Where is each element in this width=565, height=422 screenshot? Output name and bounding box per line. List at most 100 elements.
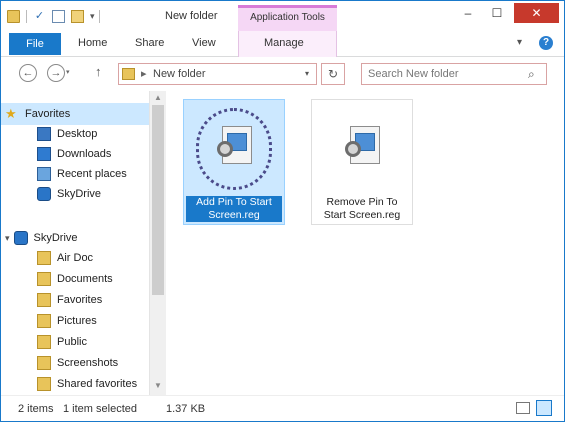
check-icon[interactable]: ✓ — [33, 10, 46, 23]
file-item[interactable]: Add Pin To Start Screen.reg — [183, 99, 285, 225]
tab-view[interactable]: View — [192, 37, 216, 49]
nav-label: Favorites — [25, 108, 71, 120]
recent-places-icon — [37, 167, 51, 181]
tab-home[interactable]: Home — [78, 37, 107, 49]
context-tab-group: Application Tools — [238, 5, 337, 31]
file-item[interactable]: Remove Pin To Start Screen.reg — [311, 99, 413, 225]
context-tab-title: Application Tools — [250, 12, 325, 23]
nav-label: Favorites — [57, 294, 103, 306]
nav-item-skydrive[interactable]: ▾ SkyDrive — [5, 229, 78, 247]
nav-item-public[interactable]: Public — [37, 333, 87, 351]
folder-icon — [37, 314, 51, 328]
folder-icon — [37, 272, 51, 286]
help-icon[interactable]: ? — [539, 36, 553, 50]
folder-icon — [7, 9, 20, 23]
file-name[interactable]: Remove Pin To Start Screen.reg — [314, 196, 410, 222]
explorer-window: ✓ ▾ New folder Application Tools – ☐ ✕ F… — [0, 0, 565, 422]
tab-file[interactable]: File — [9, 33, 61, 55]
ribbon-expand-icon[interactable]: ▾ — [517, 37, 522, 48]
search-icon[interactable]: ⌕ — [528, 67, 535, 82]
tab-share[interactable]: Share — [135, 37, 164, 49]
folder-icon — [37, 356, 51, 370]
reg-file-icon — [345, 126, 380, 164]
nav-label: Recent places — [57, 168, 127, 180]
address-row: ← → ▾ ↑ ▸ New folder ▾ ↻ Search New fold… — [1, 58, 564, 90]
nav-item-favorites[interactable]: ★ Favorites — [5, 105, 70, 123]
item-count: 2 items — [18, 403, 54, 415]
gear-icon — [345, 141, 361, 157]
nav-label: Desktop — [57, 128, 98, 140]
reg-file-thumbnail — [320, 104, 404, 194]
nav-label: Public — [57, 336, 87, 348]
skydrive-icon — [37, 187, 51, 201]
nav-label: Screenshots — [57, 357, 119, 369]
nav-item-pictures[interactable]: Pictures — [37, 312, 97, 330]
nav-label: Pictures — [57, 315, 97, 327]
nav-label: Shared favorites — [57, 378, 138, 390]
tab-manage[interactable]: Manage — [264, 37, 304, 49]
gear-icon — [217, 141, 233, 157]
folder-icon — [37, 335, 51, 349]
properties-icon[interactable] — [52, 9, 65, 23]
status-bar: 2 items 1 item selected 1.37 KB — [1, 395, 564, 421]
search-input[interactable]: Search New folder ⌕ — [361, 63, 547, 85]
selection-size: 1.37 KB — [166, 403, 206, 415]
qat-dropdown-icon[interactable]: ▾ — [90, 11, 95, 22]
ribbon-tabs: File Home Share View Manage ▾ ? — [1, 31, 564, 57]
scroll-up-icon[interactable]: ▲ — [154, 93, 162, 102]
address-path[interactable]: New folder — [153, 68, 206, 80]
nav-item-recent-places[interactable]: Recent places — [37, 165, 127, 183]
navigation-pane: ★ Favorites Desktop Downloads Recent pla… — [1, 91, 149, 395]
nav-label: Documents — [57, 273, 113, 285]
file-name[interactable]: Add Pin To Start Screen.reg — [186, 196, 282, 222]
qat-divider — [26, 9, 27, 23]
maximize-button[interactable]: ☐ — [484, 3, 510, 23]
selection-count: 1 item selected — [63, 403, 137, 415]
nav-label: Downloads — [57, 148, 112, 160]
refresh-button[interactable]: ↻ — [321, 63, 345, 85]
back-button[interactable]: ← — [19, 64, 37, 82]
address-folder-icon — [122, 68, 135, 80]
details-view-icon[interactable] — [516, 402, 530, 414]
nav-item-air-doc[interactable]: Air Doc — [37, 249, 93, 267]
desktop-icon — [37, 127, 51, 141]
nav-label: SkyDrive — [57, 188, 102, 200]
nav-scrollbar[interactable]: ▲ ▼ — [149, 91, 166, 395]
nav-label: SkyDrive — [33, 232, 78, 244]
nav-item-skydrive-fav[interactable]: SkyDrive — [37, 185, 101, 203]
file-list: Add Pin To Start Screen.reg Remove Pin T… — [167, 91, 564, 395]
address-bar[interactable]: ▸ New folder ▾ — [118, 63, 317, 85]
reg-file-thumbnail — [192, 104, 276, 194]
folder-icon — [37, 293, 51, 307]
new-folder-icon[interactable] — [71, 9, 84, 23]
window-title: New folder — [165, 10, 218, 22]
nav-item-favorites-folder[interactable]: Favorites — [37, 291, 102, 309]
chevron-down-icon[interactable]: ▾ — [5, 233, 10, 244]
reg-file-icon — [217, 126, 252, 164]
nav-item-downloads[interactable]: Downloads — [37, 145, 111, 163]
nav-item-documents[interactable]: Documents — [37, 270, 113, 288]
address-dropdown-icon[interactable]: ▾ — [305, 69, 309, 78]
nav-label: Air Doc — [57, 252, 94, 264]
folder-icon — [37, 251, 51, 265]
large-icons-view-icon[interactable] — [536, 400, 552, 416]
recent-locations-dropdown-icon[interactable]: ▾ — [66, 68, 70, 76]
up-button[interactable]: ↑ — [95, 64, 102, 79]
minimize-button[interactable]: – — [454, 3, 482, 23]
qat-divider-2 — [98, 9, 100, 23]
quick-access-toolbar: ✓ ▾ — [7, 9, 106, 23]
scroll-down-icon[interactable]: ▼ — [154, 381, 162, 390]
skydrive-icon — [13, 231, 28, 245]
downloads-icon — [37, 147, 51, 161]
star-icon: ★ — [5, 106, 17, 121]
chevron-right-icon[interactable]: ▸ — [141, 67, 147, 80]
title-bar: ✓ ▾ New folder Application Tools – ☐ ✕ — [1, 1, 564, 31]
close-button[interactable]: ✕ — [514, 3, 559, 23]
nav-item-shared-favorites[interactable]: Shared favorites — [37, 375, 137, 393]
forward-button[interactable]: → — [47, 64, 65, 82]
folder-icon — [37, 377, 51, 391]
scroll-thumb[interactable] — [152, 105, 164, 295]
nav-item-desktop[interactable]: Desktop — [37, 125, 97, 143]
search-placeholder: Search New folder — [368, 68, 459, 80]
nav-item-screenshots[interactable]: Screenshots — [37, 354, 118, 372]
